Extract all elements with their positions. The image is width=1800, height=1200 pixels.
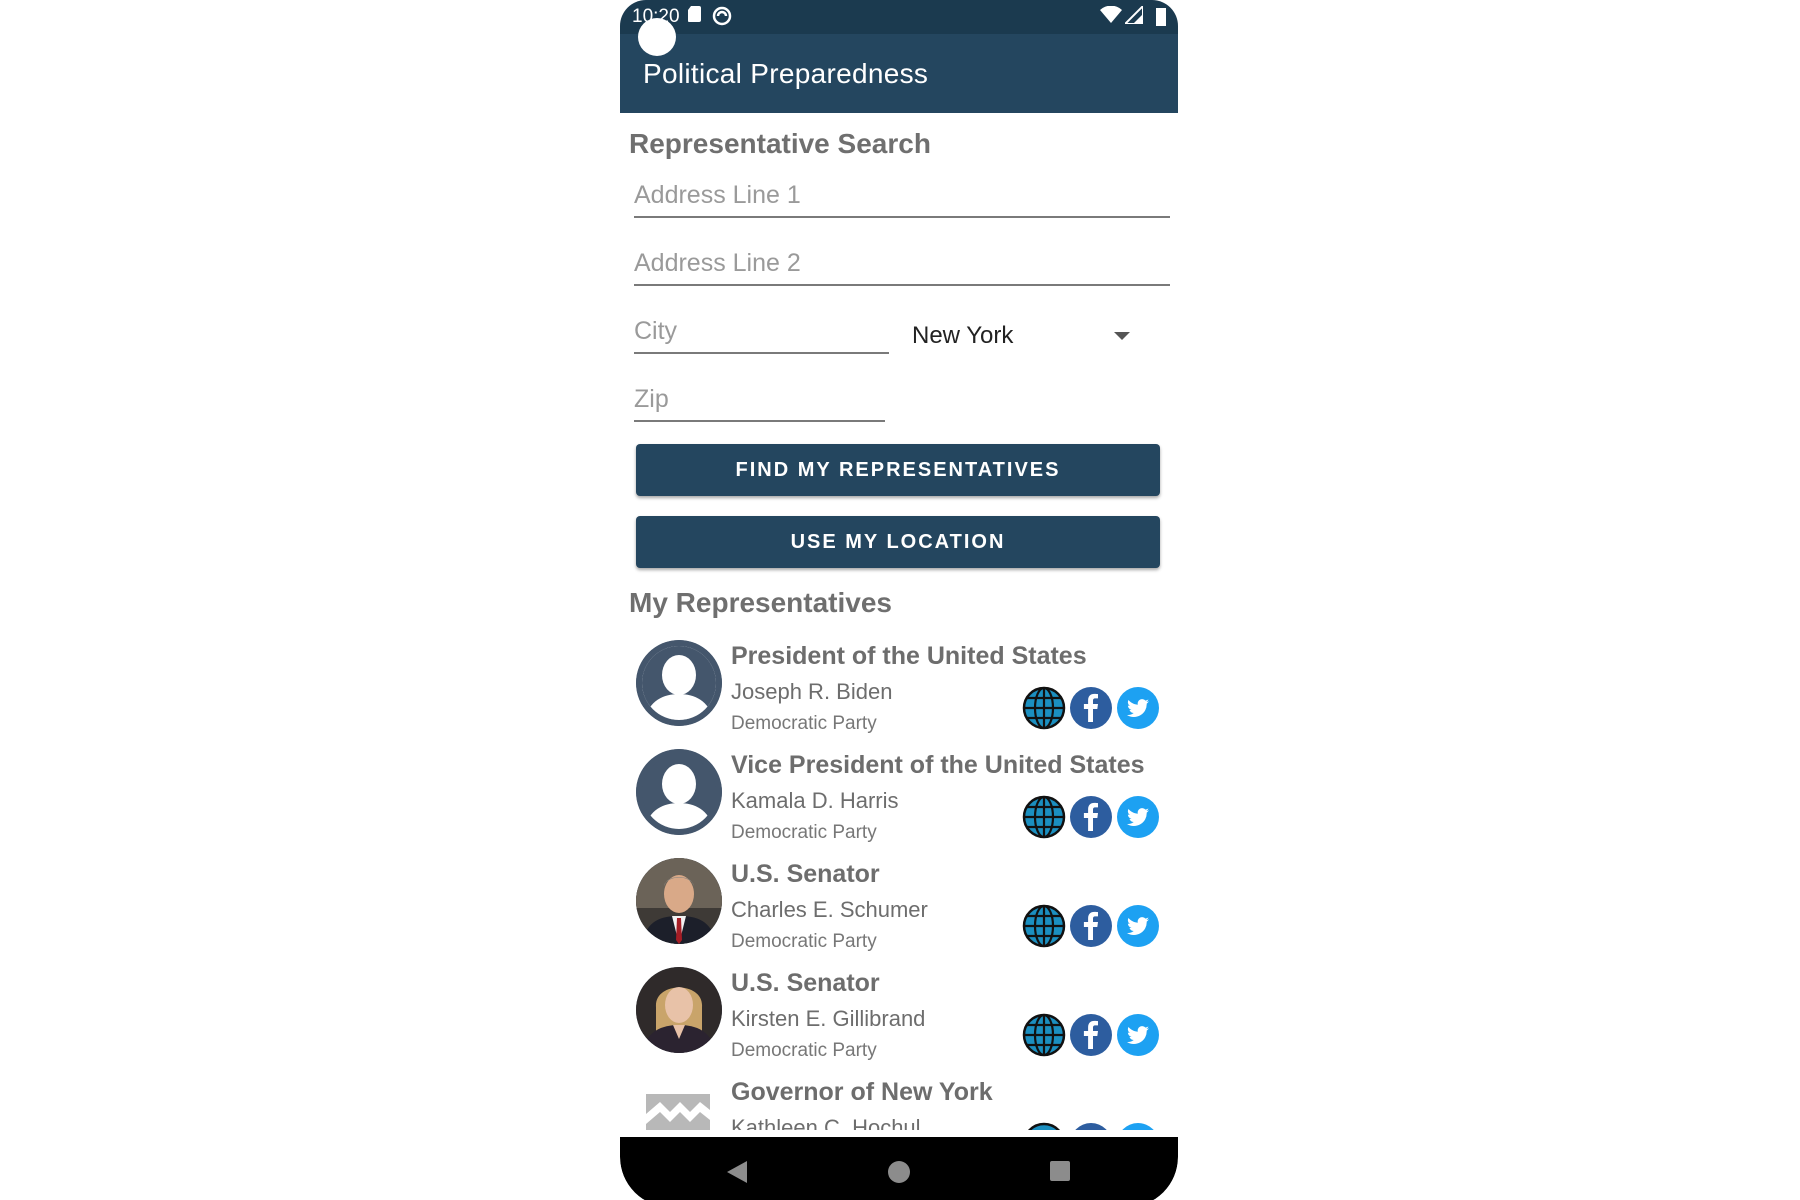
website-globe-icon[interactable] [1022, 904, 1066, 948]
find-my-representatives-button[interactable]: FIND MY REPRESENTATIVES [636, 444, 1160, 496]
website-globe-icon[interactable] [1022, 795, 1066, 839]
website-globe-icon[interactable] [1022, 1122, 1066, 1130]
representatives-section-title: My Representatives [629, 587, 893, 618]
profile-placeholder-icon [636, 640, 722, 726]
use-my-location-button[interactable]: USE MY LOCATION [636, 516, 1160, 568]
representative-office: Vice President of the United States [731, 751, 1145, 779]
representatives-list[interactable]: President of the United States Joseph R.… [620, 628, 1178, 1130]
website-globe-icon[interactable] [1022, 1013, 1066, 1057]
address-line-2-field[interactable] [634, 245, 1170, 286]
representative-party: Democratic Party [731, 931, 877, 952]
twitter-icon[interactable] [1116, 1013, 1160, 1057]
state-selected-value: New York [912, 322, 1014, 349]
facebook-icon[interactable] [1069, 686, 1113, 730]
cell-signal-icon [1122, 3, 1144, 29]
zip-input[interactable] [634, 381, 885, 420]
zip-field[interactable] [634, 381, 885, 422]
home-icon[interactable] [886, 1159, 912, 1190]
representative-name: Joseph R. Biden [731, 679, 893, 704]
status-bar: 10:20 [620, 0, 1178, 34]
representative-office: President of the United States [731, 642, 1087, 670]
navigation-bar [620, 1137, 1178, 1200]
representative-name: Kirsten E. Gillibrand [731, 1006, 926, 1031]
representative-name: Charles E. Schumer [731, 897, 928, 922]
battery-icon [1155, 6, 1167, 31]
camera-cutout [638, 18, 676, 56]
back-icon[interactable] [725, 1159, 749, 1190]
profile-placeholder-icon [636, 749, 722, 835]
facebook-icon[interactable] [1069, 1013, 1113, 1057]
dropdown-arrow-icon [1114, 332, 1130, 340]
data-saver-icon [712, 6, 732, 31]
representative-row[interactable]: U.S. Senator Charles E. Schumer Democrat… [620, 846, 1178, 955]
representative-party: Democratic Party [731, 822, 877, 843]
address-line-1-field[interactable] [634, 177, 1170, 218]
representative-office: U.S. Senator [731, 969, 880, 997]
city-field[interactable] [634, 313, 889, 354]
representative-row[interactable]: President of the United States Joseph R.… [620, 628, 1178, 737]
facebook-icon[interactable] [1069, 1122, 1113, 1130]
wifi-icon [1100, 5, 1122, 29]
twitter-icon[interactable] [1116, 1122, 1160, 1130]
sd-card-icon [688, 6, 702, 27]
representative-row[interactable]: U.S. Senator Kirsten E. Gillibrand Democ… [620, 955, 1178, 1064]
phone-screen: 10:20 Political Preparedness Representat… [620, 0, 1178, 1200]
representative-photo [636, 967, 722, 1053]
state-dropdown[interactable]: New York [912, 318, 1142, 354]
representative-photo [636, 858, 722, 944]
representative-office: U.S. Senator [731, 860, 880, 888]
address-line-2-input[interactable] [634, 245, 1170, 284]
app-bar: Political Preparedness [620, 34, 1178, 113]
twitter-icon[interactable] [1116, 795, 1160, 839]
twitter-icon[interactable] [1116, 904, 1160, 948]
representative-party: Democratic Party [731, 713, 877, 734]
twitter-icon[interactable] [1116, 686, 1160, 730]
representative-row[interactable]: Vice President of the United States Kama… [620, 737, 1178, 846]
broken-image-icon [636, 1076, 722, 1130]
representative-row[interactable]: Governor of New York Kathleen C. Hochul [620, 1064, 1178, 1130]
representative-name: Kamala D. Harris [731, 788, 899, 813]
facebook-icon[interactable] [1069, 795, 1113, 839]
app-title: Political Preparedness [643, 58, 929, 89]
recents-icon[interactable] [1048, 1159, 1072, 1188]
website-globe-icon[interactable] [1022, 686, 1066, 730]
search-section-title: Representative Search [629, 128, 931, 159]
representative-name: Kathleen C. Hochul [731, 1115, 921, 1130]
city-input[interactable] [634, 313, 889, 352]
representative-party: Democratic Party [731, 1040, 877, 1061]
facebook-icon[interactable] [1069, 904, 1113, 948]
representative-office: Governor of New York [731, 1078, 993, 1106]
address-line-1-input[interactable] [634, 177, 1170, 216]
